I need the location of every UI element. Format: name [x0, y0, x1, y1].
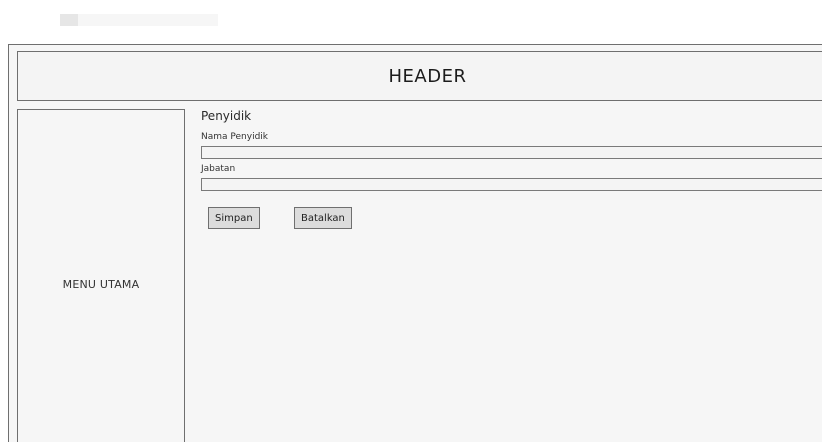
nama-penyidik-input[interactable] [201, 146, 822, 159]
page-header: HEADER [17, 51, 822, 101]
tab-nub [60, 14, 78, 26]
sidebar-label: MENU UTAMA [62, 278, 140, 291]
simpan-button[interactable]: Simpan [208, 207, 260, 229]
app-window: HEADER MENU UTAMA Penyidik Nama Penyidik… [0, 0, 822, 442]
form-panel: Penyidik Nama Penyidik Jabatan Simpan Ba… [201, 109, 822, 442]
tab-strip [60, 14, 218, 26]
jabatan-label: Jabatan [201, 164, 236, 174]
jabatan-input[interactable] [201, 178, 822, 191]
app-frame: HEADER MENU UTAMA Penyidik Nama Penyidik… [8, 44, 822, 442]
nama-penyidik-label: Nama Penyidik [201, 132, 268, 142]
header-title: HEADER [388, 65, 467, 87]
sidebar-menu[interactable]: MENU UTAMA [17, 109, 185, 442]
batalkan-button[interactable]: Batalkan [294, 207, 352, 229]
form-title: Penyidik [201, 109, 252, 123]
